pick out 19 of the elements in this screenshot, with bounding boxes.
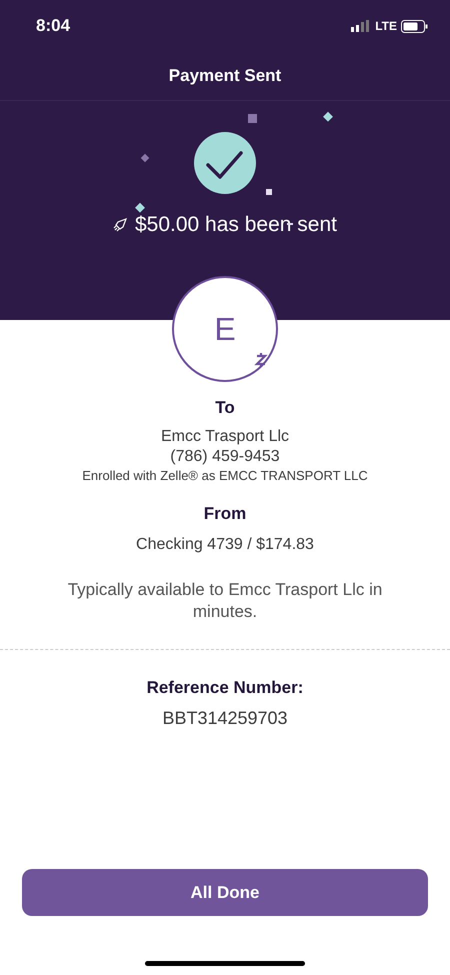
signal-icon <box>351 20 372 32</box>
all-done-button[interactable]: All Done <box>22 869 428 916</box>
rocket-icon <box>112 218 127 232</box>
from-heading: From <box>204 504 246 524</box>
status-time: 8:04 <box>36 16 70 36</box>
reference-heading: Reference Number: <box>146 678 304 698</box>
availability-note: Typically available to Emcc Trasport Llc in minutes. <box>66 579 384 624</box>
screen-title: Payment Sent <box>168 66 282 86</box>
battery-icon <box>401 20 428 32</box>
recipient-phone: (786) 459-9453 <box>170 447 280 467</box>
to-heading: To <box>215 398 235 418</box>
recipient-name: Emcc Trasport Llc <box>160 427 290 447</box>
checkmark-icon <box>193 131 257 195</box>
source-account: Checking 4739 / $174.83 <box>136 535 314 556</box>
enrollment-note: Enrolled with Zelle® as EMCC TRANSPORT LLC <box>82 468 368 484</box>
amount-sent-message: $50.00 has been sent <box>134 213 337 237</box>
zelle-icon <box>254 350 268 370</box>
reference-number: BBT314259703 <box>162 707 288 730</box>
network-type: LTE <box>375 19 397 33</box>
